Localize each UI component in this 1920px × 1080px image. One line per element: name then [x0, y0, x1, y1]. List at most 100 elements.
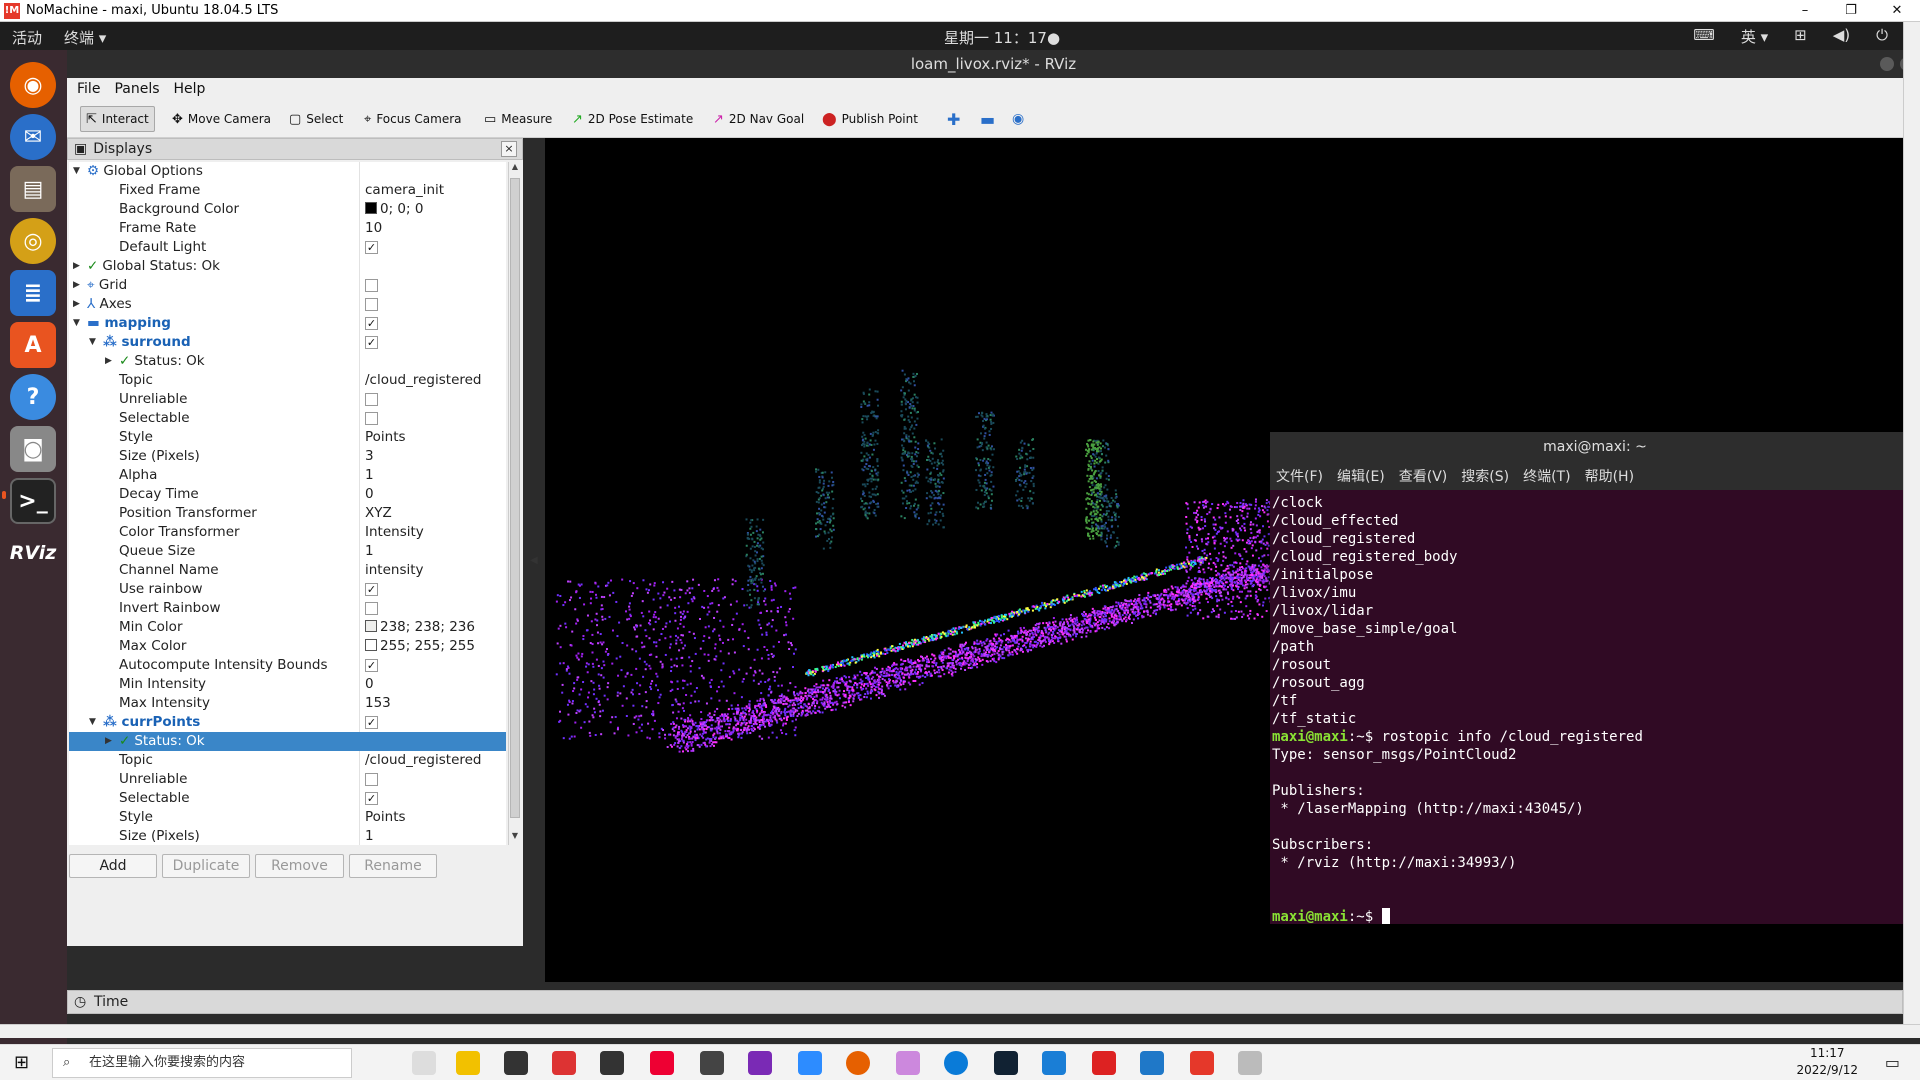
terminal-menu-item[interactable]: 搜索(S)	[1461, 466, 1509, 486]
row-value[interactable]: Intensity	[365, 523, 424, 542]
row-value[interactable]: XYZ	[365, 504, 392, 523]
measure-tool[interactable]: ▭ Measure	[479, 106, 557, 132]
software-center-icon[interactable]: A	[10, 322, 56, 368]
row-value[interactable]: camera_init	[365, 181, 444, 200]
firefox-taskbar-icon[interactable]	[846, 1051, 870, 1075]
mail-icon[interactable]	[600, 1051, 624, 1075]
top-clock[interactable]: 星期一 11：17●	[944, 27, 1060, 48]
display-row[interactable]: Queue Size 1	[69, 542, 506, 561]
display-row[interactable]: Unreliable	[69, 390, 506, 409]
remove-button[interactable]: Remove	[255, 854, 344, 878]
display-row[interactable]: Background Color 0; 0; 0	[69, 200, 506, 219]
close-button[interactable]: ✕	[1874, 0, 1920, 22]
display-row[interactable]: ▼ ▬ mapping ✓	[69, 314, 506, 333]
display-row[interactable]: Topic/cloud_registered	[69, 751, 506, 770]
rhythmbox-icon[interactable]: ◎	[10, 218, 56, 264]
enable-checkbox[interactable]: ✓	[365, 716, 378, 729]
expand-arrow-icon[interactable]: ▶	[105, 352, 112, 371]
enable-checkbox[interactable]	[365, 602, 378, 615]
nomachine-vertical-scrollbar[interactable]	[1903, 22, 1920, 1024]
interact-tool[interactable]: ⇱ Interact	[80, 106, 155, 132]
time-panel-header[interactable]: ◷ Time	[67, 990, 1903, 1014]
display-row[interactable]: Use rainbow ✓	[69, 580, 506, 599]
expand-arrow-icon[interactable]: ▶	[73, 276, 80, 295]
rviz-icon[interactable]: RViz	[10, 530, 57, 576]
color-swatch[interactable]	[365, 620, 377, 632]
display-row[interactable]: Decay Time 0	[69, 485, 506, 504]
rename-button[interactable]: Rename	[349, 854, 437, 878]
enable-checkbox[interactable]: ✓	[365, 336, 378, 349]
enable-checkbox[interactable]	[365, 393, 378, 406]
powershell-icon[interactable]	[994, 1051, 1018, 1075]
app-icon-blue[interactable]	[1042, 1051, 1066, 1075]
display-row[interactable]: Invert Rainbow	[69, 599, 506, 618]
display-row[interactable]: ▼ ⁂ currPoints ✓	[69, 713, 506, 732]
youdao-icon[interactable]	[650, 1051, 674, 1075]
enable-checkbox[interactable]: ✓	[365, 241, 378, 254]
onenote-icon[interactable]	[748, 1051, 772, 1075]
row-value[interactable]: Points	[365, 428, 406, 447]
taskbar-search-input[interactable]: ⌕ 在这里输入你要搜索的内容	[52, 1048, 352, 1078]
terminal-icon[interactable]: >_	[10, 478, 56, 524]
move-camera-tool[interactable]: ✥ Move Camera	[167, 106, 276, 132]
app-icon-pink[interactable]	[896, 1051, 920, 1075]
row-value[interactable]: 1	[365, 827, 374, 845]
nomachine-taskbar-icon[interactable]	[1190, 1051, 1214, 1075]
expand-arrow-icon[interactable]: ▶	[73, 295, 80, 314]
display-row[interactable]: ▶ ✓ Status: Ok	[69, 732, 506, 751]
enable-checkbox[interactable]	[365, 279, 378, 292]
row-value[interactable]: 10	[365, 219, 382, 238]
enable-checkbox[interactable]: ✓	[365, 583, 378, 596]
libreoffice-writer-icon[interactable]: ≣	[10, 270, 56, 316]
taskbar-clock[interactable]: 11:17 2022/9/12	[1796, 1045, 1858, 1079]
collapse-arrow-icon[interactable]: ▼	[89, 713, 96, 732]
camera-app-icon[interactable]	[700, 1051, 724, 1075]
thunderbird-icon[interactable]: ✉	[10, 114, 56, 160]
add-button[interactable]: Add	[69, 854, 157, 878]
rviz-minimize-button[interactable]	[1880, 57, 1894, 71]
row-value[interactable]: 1	[365, 542, 374, 561]
display-row[interactable]: Position Transformer XYZ	[69, 504, 506, 523]
display-row[interactable]: ▼ ⚙ Global Options	[69, 162, 506, 181]
row-value[interactable]: 0	[365, 485, 374, 504]
focus-camera-tool[interactable]: ⌖ Focus Camera	[359, 106, 467, 132]
notification-icon[interactable]: ▭	[1885, 1053, 1900, 1072]
display-row[interactable]: Autocompute Intensity Bounds ✓	[69, 656, 506, 675]
collapse-arrow-icon[interactable]: ▼	[73, 162, 80, 181]
display-row[interactable]: Fixed Frame camera_init	[69, 181, 506, 200]
enable-checkbox[interactable]: ✓	[365, 317, 378, 330]
collapse-arrow-icon[interactable]: ▼	[89, 333, 96, 352]
display-row[interactable]: Size (Pixels) 3	[69, 447, 506, 466]
display-row[interactable]: Style Points	[69, 428, 506, 447]
terminal-menu-item[interactable]: 编辑(E)	[1337, 466, 1385, 486]
display-row[interactable]: Style Points	[69, 808, 506, 827]
row-value[interactable]: /cloud_registered	[365, 751, 482, 770]
menu-file[interactable]: File	[77, 81, 100, 97]
nomachine-horizontal-scrollbar[interactable]	[0, 1024, 1920, 1038]
display-row[interactable]: Channel Name intensity	[69, 561, 506, 580]
app-icon-gray[interactable]	[1238, 1051, 1262, 1075]
minimize-button[interactable]: –	[1782, 0, 1828, 22]
row-value[interactable]: 153	[365, 694, 391, 713]
display-row[interactable]: ▶ ✓ Global Status: Ok	[69, 257, 506, 276]
edge-icon[interactable]	[944, 1051, 968, 1075]
store-icon[interactable]	[504, 1051, 528, 1075]
duplicate-button[interactable]: Duplicate	[162, 854, 250, 878]
terminal-menu-item[interactable]: 查看(V)	[1399, 466, 1448, 486]
terminal-window[interactable]: maxi@maxi: ~ 文件(F) 编辑(E) 查看(V) 搜索(S) 终端(T) 帮助…	[1270, 432, 1920, 925]
row-value[interactable]: 0; 0; 0	[365, 200, 423, 219]
display-row[interactable]: Size (Pixels) 1	[69, 827, 506, 845]
terminal-menu-item[interactable]: 文件(F)	[1276, 466, 1323, 486]
task-view-icon[interactable]	[412, 1051, 436, 1075]
add-tool-button[interactable]: ✚	[942, 106, 965, 132]
app-icon-red[interactable]	[552, 1051, 576, 1075]
row-value[interactable]: Points	[365, 808, 406, 827]
enable-checkbox[interactable]	[365, 298, 378, 311]
display-row[interactable]: Frame Rate 10	[69, 219, 506, 238]
expand-arrow-icon[interactable]: ▶	[105, 732, 112, 751]
row-value[interactable]: 3	[365, 447, 374, 466]
enable-checkbox[interactable]	[365, 412, 378, 425]
camera-icon[interactable]: ◙	[10, 426, 56, 472]
enable-checkbox[interactable]: ✓	[365, 792, 378, 805]
display-row[interactable]: Max Color 255; 255; 255	[69, 637, 506, 656]
